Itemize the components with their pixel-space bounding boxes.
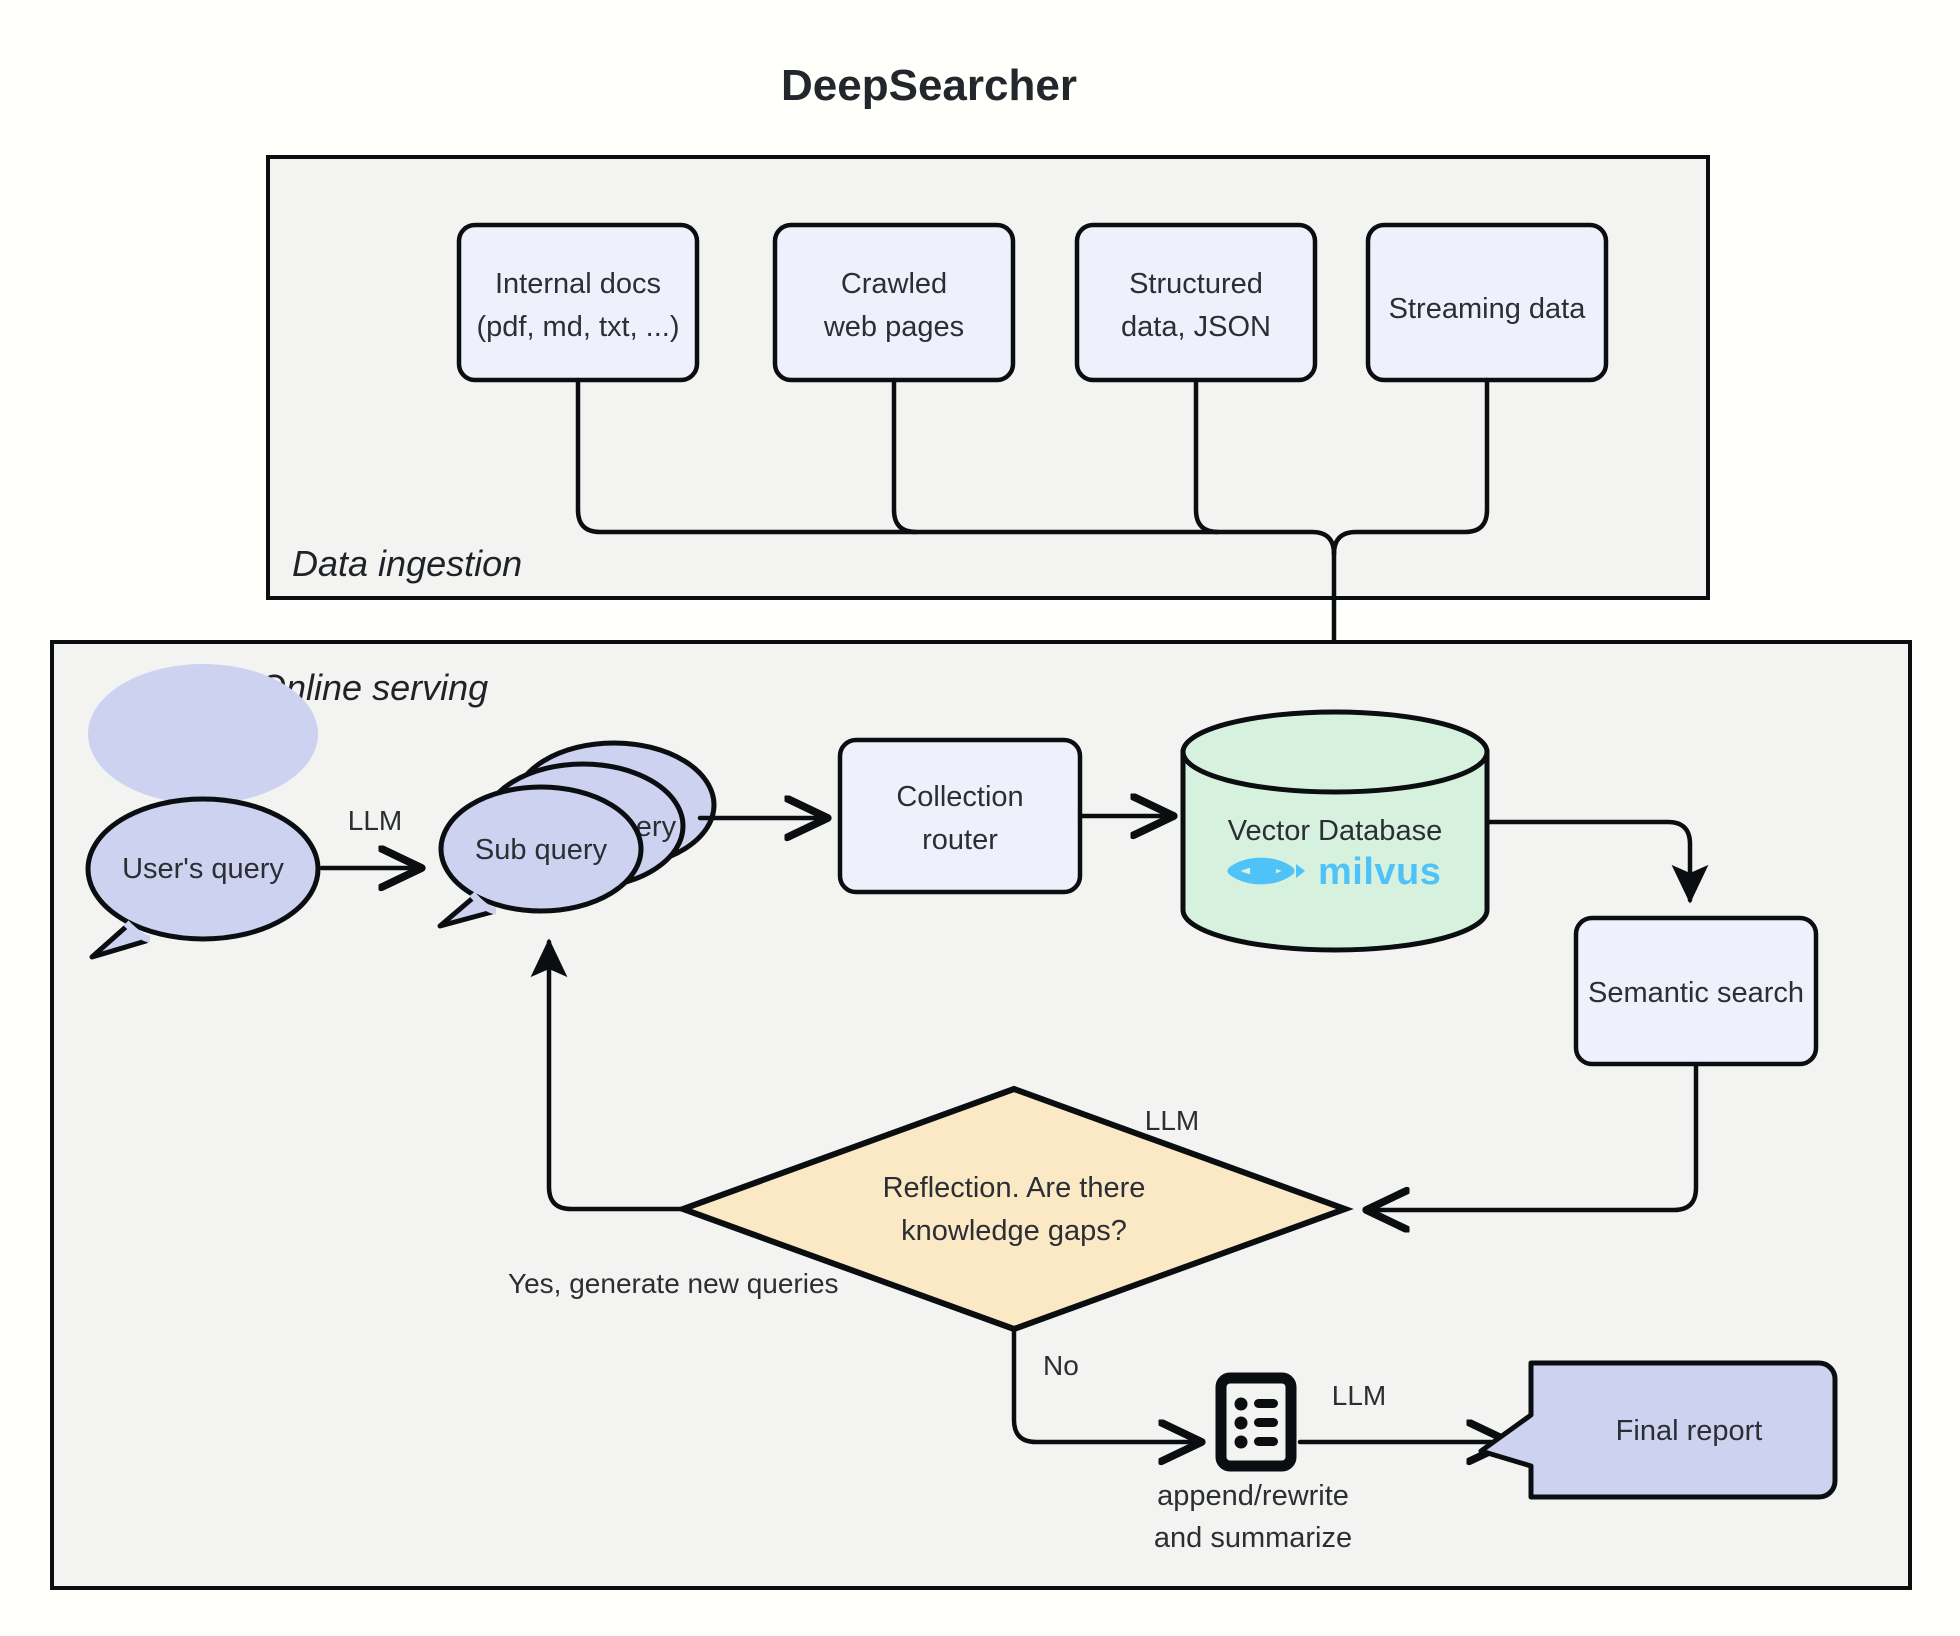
collection-router-line-1: Collection: [896, 781, 1023, 813]
sub-query-label: Sub query: [475, 834, 608, 866]
page-title: DeepSearcher: [781, 61, 1077, 110]
internal-docs-line-1: Internal docs: [495, 268, 661, 300]
reflection-line-2: knowledge gaps?: [901, 1215, 1127, 1247]
diagram-canvas: DeepSearcher Data ingestion Internal doc…: [0, 0, 1960, 1636]
node-collection-router[interactable]: Collection router: [837, 737, 1083, 895]
source-box-streaming-data[interactable]: Streaming data: [1365, 222, 1609, 383]
edge-label-yes-branch: Yes, generate new queries: [508, 1268, 839, 1299]
edge-label-no-branch: No: [1043, 1350, 1079, 1381]
summarize-line-1: append/rewrite: [1157, 1480, 1349, 1512]
list-icon-line-2: [1254, 1418, 1278, 1427]
node-semantic-search[interactable]: Semantic search: [1573, 915, 1819, 1067]
crawled-web-pages-line-1: Crawled: [841, 268, 947, 300]
list-icon-line-3: [1254, 1437, 1278, 1446]
users-query-label: User's query: [122, 853, 284, 885]
crawled-web-pages-box[interactable]: [772, 222, 1016, 383]
collection-router-line-2: router: [922, 824, 998, 856]
final-report-label: Final report: [1616, 1415, 1763, 1447]
deepsearcher-architecture-diagram: DeepSearcher Data ingestion Internal doc…: [50, 61, 1912, 1590]
edge-label-llm-reflection: LLM: [1145, 1105, 1199, 1136]
summarize-line-2: and summarize: [1154, 1522, 1352, 1554]
source-box-crawled-web-pages[interactable]: Crawled web pages: [772, 222, 1016, 383]
edge-label-llm-summarize-to-report: LLM: [1332, 1380, 1386, 1411]
collection-router-box[interactable]: [837, 737, 1083, 895]
reflection-line-1: Reflection. Are there: [883, 1172, 1146, 1204]
source-box-structured-data[interactable]: Structured data, JSON: [1074, 222, 1318, 383]
list-icon-bullet-2: [1234, 1416, 1248, 1430]
vector-database-cylinder-top: [1180, 709, 1490, 795]
internal-docs-box[interactable]: [456, 222, 700, 383]
edge-label-llm-user-to-sub: LLM: [348, 805, 402, 836]
milvus-wordmark: milvus: [1318, 851, 1441, 893]
list-icon-bullet-3: [1234, 1435, 1248, 1449]
semantic-search-label: Semantic search: [1588, 977, 1804, 1009]
structured-data-line-2: data, JSON: [1121, 311, 1271, 343]
vector-database-label: Vector Database: [1228, 815, 1442, 847]
structured-data-box[interactable]: [1074, 222, 1318, 383]
list-icon-line-1: [1254, 1399, 1278, 1408]
node-final-report[interactable]: Final report: [1478, 1360, 1838, 1500]
list-icon-bullet-1: [1234, 1397, 1248, 1411]
internal-docs-line-2: (pdf, md, txt, ...): [476, 311, 679, 343]
users-query-body-fill: [88, 663, 319, 804]
milvus-eye-pupil: [1250, 858, 1276, 884]
streaming-data-line-1: Streaming data: [1389, 293, 1587, 325]
data-ingestion-label: Data ingestion: [292, 543, 522, 584]
node-vector-database[interactable]: Vector Database milvus: [1180, 709, 1490, 953]
structured-data-line-1: Structured: [1129, 268, 1263, 300]
crawled-web-pages-line-2: web pages: [823, 311, 964, 343]
source-box-internal-docs[interactable]: Internal docs (pdf, md, txt, ...): [456, 222, 700, 383]
